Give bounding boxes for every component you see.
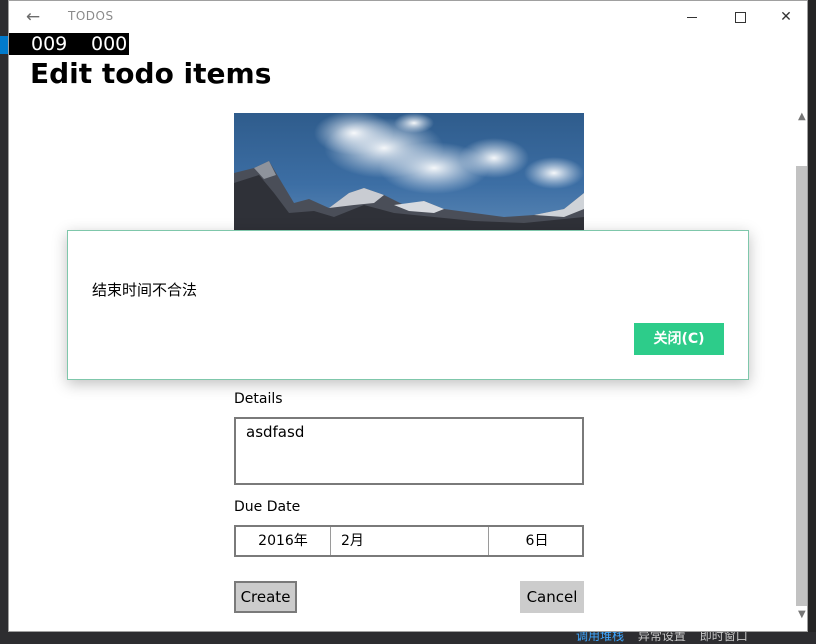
back-button[interactable]: ← [23, 7, 43, 27]
todo-image[interactable] [234, 113, 584, 231]
title-bar: ← TODOS ✕ [9, 1, 807, 33]
due-date-picker[interactable]: 2016年 2月 6日 [234, 525, 584, 557]
counter-left: 009 [31, 33, 68, 55]
minimize-button[interactable] [669, 1, 715, 33]
due-date-label: Due Date [234, 499, 301, 515]
date-month[interactable]: 2月 [331, 527, 489, 555]
ide-bottom-edge: 调用堆栈 异常设置 即时窗口 [0, 629, 816, 643]
details-label: Details [234, 391, 283, 407]
vertical-scrollbar[interactable]: ▲ ▼ [796, 111, 807, 621]
mountain-photo [234, 113, 584, 231]
date-year[interactable]: 2016年 [236, 527, 331, 555]
app-title: TODOS [68, 9, 114, 23]
close-window-button[interactable]: ✕ [763, 1, 807, 33]
date-day[interactable]: 6日 [490, 527, 584, 555]
details-field[interactable]: asdfasd [234, 417, 584, 485]
counter-right: 000 [91, 33, 128, 55]
arrow-left-icon: ← [25, 7, 41, 27]
ide-right-edge [808, 0, 816, 640]
close-icon: ✕ [780, 9, 792, 25]
maximize-button[interactable] [717, 1, 763, 33]
scroll-thumb[interactable] [796, 166, 807, 606]
dialog-close-button[interactable]: 关闭(C) [634, 323, 724, 355]
error-dialog: 结束时间不合法 关闭(C) [67, 230, 749, 380]
details-value: asdfasd [246, 423, 305, 441]
page-title: Edit todo items [30, 57, 272, 90]
frame-rate-counter: 009 000 [9, 33, 129, 55]
scroll-up-icon[interactable]: ▲ [798, 111, 806, 122]
dialog-message: 结束时间不合法 [92, 281, 198, 299]
scroll-down-icon[interactable]: ▼ [798, 609, 806, 620]
cancel-button[interactable]: Cancel [520, 581, 584, 613]
create-button[interactable]: Create [234, 581, 297, 613]
